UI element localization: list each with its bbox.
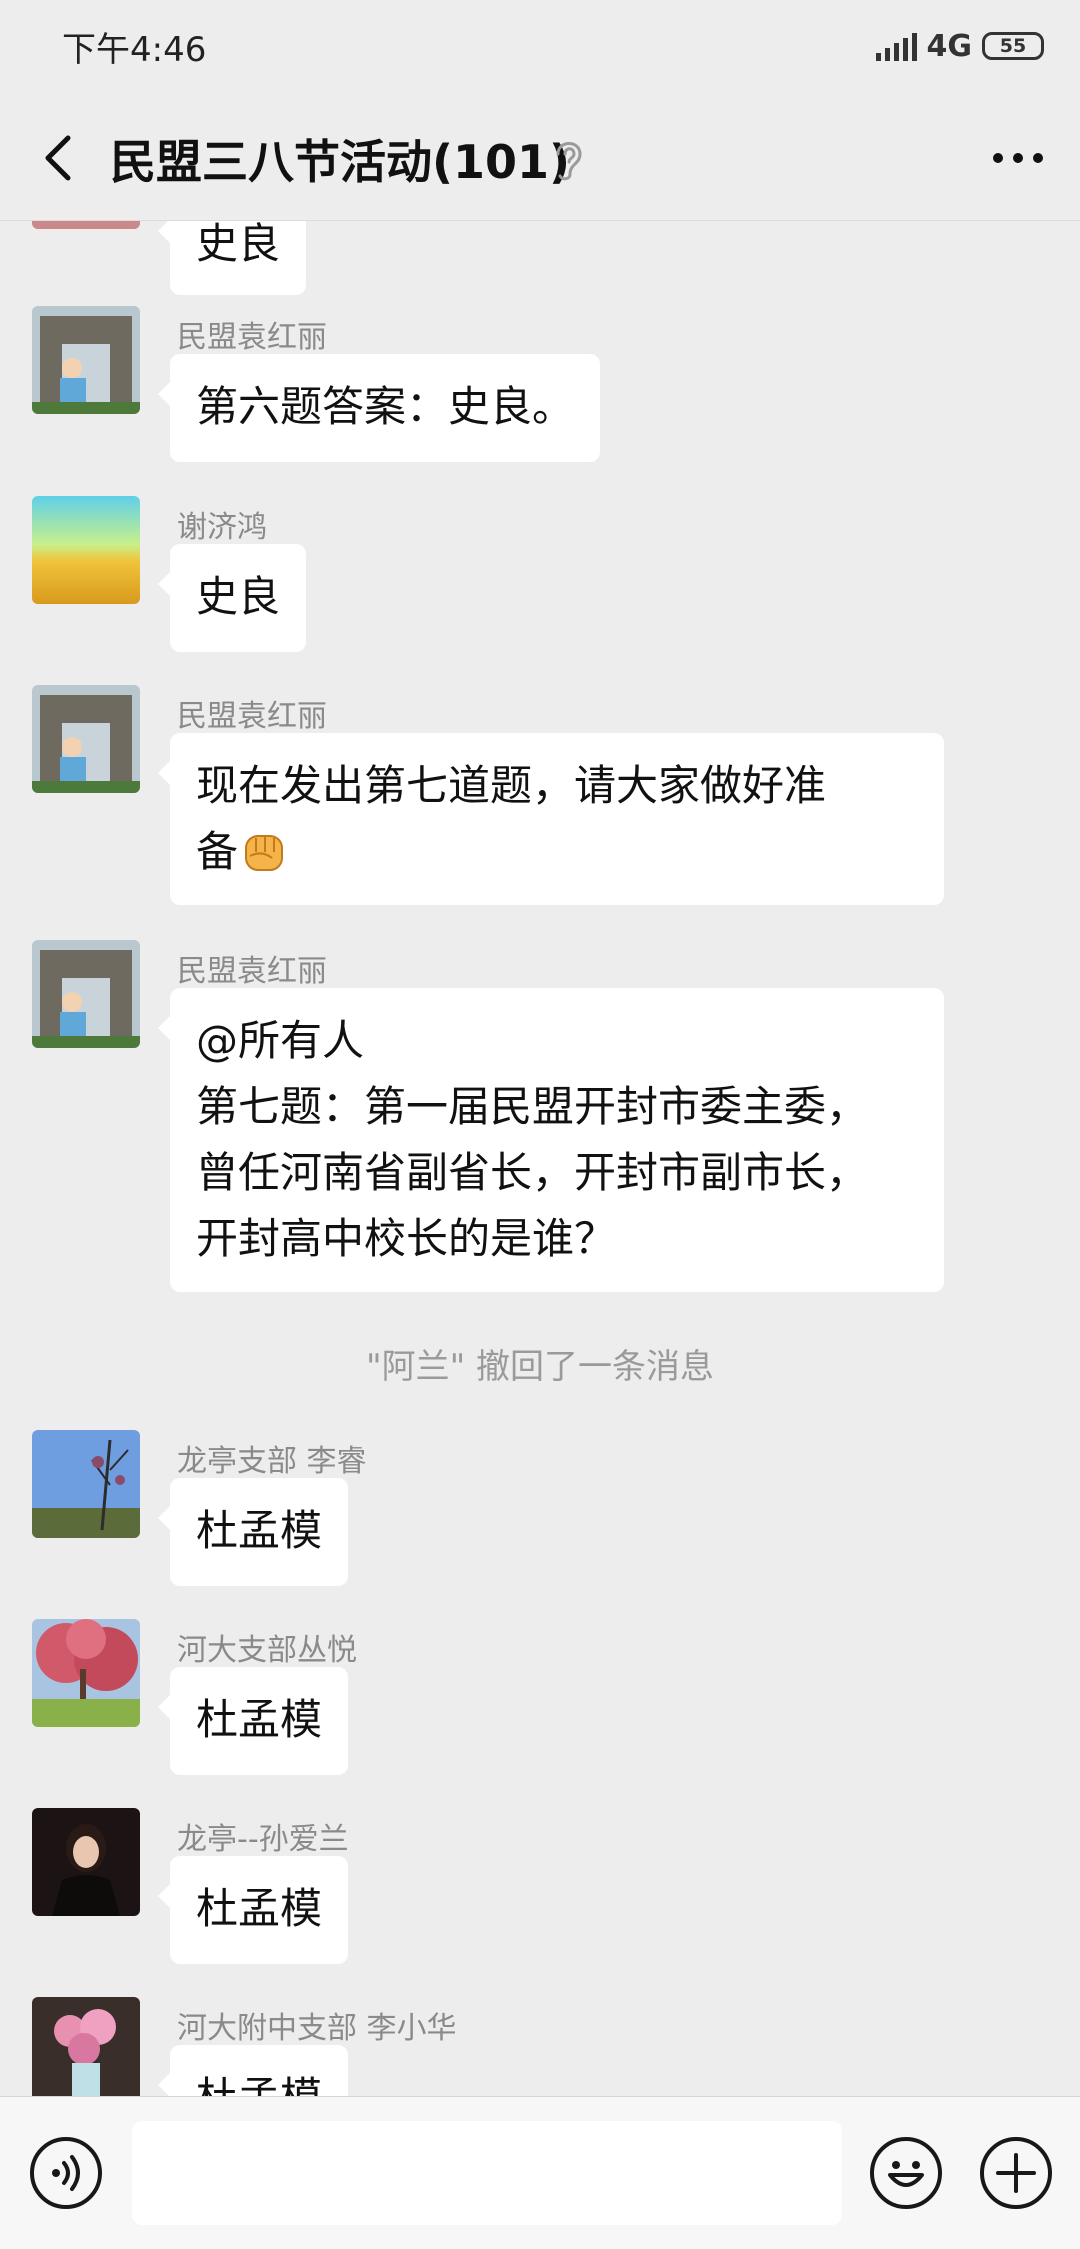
recall-notice: "阿兰" 撤回了一条消息: [365, 1347, 715, 1387]
status-time: 下午4:46: [62, 30, 207, 70]
chat-header: 民盟三八节活动(101): [0, 96, 1080, 221]
sender-name: 龙亭支部 李睿: [177, 1444, 367, 1479]
avatar[interactable]: [32, 1619, 140, 1727]
status-bar: 下午4:46 4G 55: [0, 0, 1080, 96]
message-bubble[interactable]: 史良: [157, 221, 307, 295]
message-text: 杜孟模: [196, 1695, 323, 1744]
message-text: 杜孟模: [196, 1506, 323, 1555]
message-text-line: @所有人: [196, 1016, 365, 1065]
raised-fist-emoji: [238, 826, 290, 876]
avatar[interactable]: [32, 496, 140, 604]
message-bubble[interactable]: 杜孟模: [157, 1856, 349, 1964]
sender-name: 谢济鸿: [177, 510, 267, 545]
sender-name: 民盟袁红丽: [177, 320, 327, 355]
plus-icon[interactable]: [980, 2137, 1052, 2209]
message-bubble[interactable]: 杜孟模: [157, 1478, 349, 1586]
message-text-line: 第七题：第一届民盟开封市委主委，: [196, 1082, 869, 1131]
message-text: 史良: [196, 221, 281, 268]
sender-name: 河大附中支部 李小华: [177, 2011, 457, 2046]
message-bubble[interactable]: 第六题答案：史良。: [157, 354, 601, 462]
signal-icon: [875, 31, 917, 61]
chat-title: 民盟三八节活动(101): [110, 135, 571, 189]
sender-name: 民盟袁红丽: [177, 699, 327, 734]
message-text: 杜孟模: [196, 1884, 323, 1933]
avatar[interactable]: [32, 1430, 140, 1538]
more-dots-icon[interactable]: [986, 126, 1050, 190]
network-type: 4G: [926, 28, 973, 64]
emoji-icon[interactable]: [870, 2137, 942, 2209]
battery-level: 55: [999, 35, 1027, 57]
avatar[interactable]: [32, 685, 140, 793]
avatar[interactable]: [32, 940, 140, 1048]
sender-name: 龙亭--孙爱兰: [177, 1822, 349, 1857]
input-bar: [0, 2096, 1080, 2249]
ear-icon: [548, 134, 588, 184]
message-text: 第六题答案：史良。: [196, 382, 575, 431]
message-bubble[interactable]: @所有人 第七题：第一届民盟开封市委主委， 曾任河南省副省长，开封市副市长， 开…: [158, 988, 944, 1292]
message-input[interactable]: [132, 2121, 842, 2225]
avatar[interactable]: [32, 221, 140, 229]
message-bubble[interactable]: 现在发出第七道题，请大家做好准 备: [158, 733, 944, 905]
battery-icon: 55: [982, 32, 1044, 60]
voice-icon[interactable]: [30, 2137, 102, 2209]
message-text: 史良: [196, 572, 281, 621]
message-text-line: 现在发出第七道题，请大家做好准: [196, 761, 827, 810]
message-bubble[interactable]: 杜孟模: [157, 1667, 349, 1775]
sender-name: 河大支部丛悦: [177, 1633, 357, 1668]
avatar[interactable]: [32, 1808, 140, 1916]
message-bubble[interactable]: 杜孟模: [157, 2045, 349, 2096]
back-chevron-icon[interactable]: [32, 126, 88, 190]
avatar[interactable]: [32, 306, 140, 414]
message-bubble[interactable]: 史良: [157, 544, 307, 652]
avatar[interactable]: [32, 1997, 140, 2096]
message-text-line: 开封高中校长的是谁？: [196, 1214, 617, 1263]
status-indicators: 4G 55: [875, 24, 1044, 68]
message-list[interactable]: 史良 民盟袁红丽 第六题答案：史良。 谢济鸿 史良 民盟袁红丽 现在发出第七道题…: [0, 221, 1080, 2096]
message-text: 杜孟模: [196, 2073, 322, 2096]
message-text-line: 备: [196, 827, 239, 876]
sender-name: 民盟袁红丽: [177, 954, 327, 989]
message-text-line: 曾任河南省副省长，开封市副市长，: [196, 1148, 869, 1197]
